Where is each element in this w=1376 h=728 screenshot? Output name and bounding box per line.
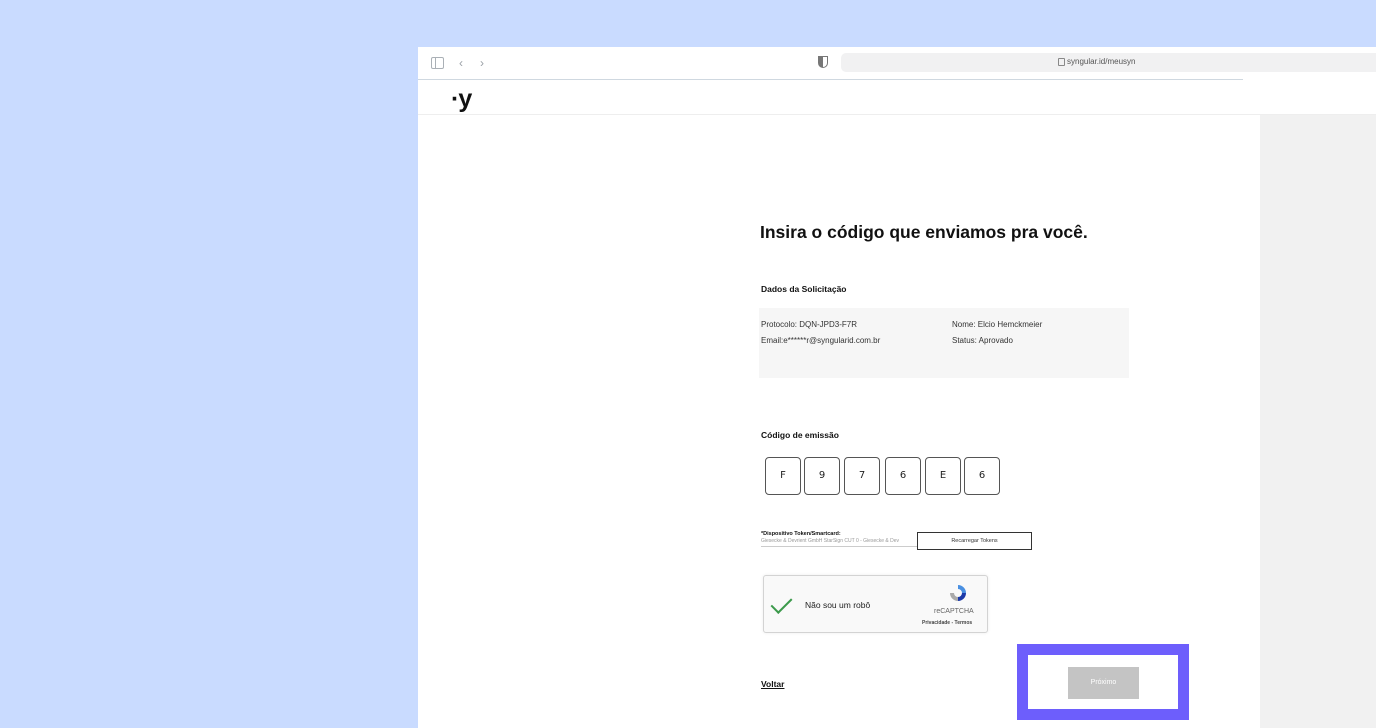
code-digit-input[interactable]: E [925,457,961,495]
code-digit-input[interactable]: 6 [885,457,921,495]
code-digit-input[interactable]: 6 [964,457,1000,495]
brand-logo[interactable]: ·y [451,85,472,114]
back-link[interactable]: Voltar [761,679,784,689]
right-header-area [1243,80,1376,115]
status-text: Status: Aprovado [952,336,1013,345]
checkmark-icon[interactable] [770,592,793,614]
next-button[interactable]: Próximo [1068,667,1139,699]
recaptcha-logo-icon [950,585,966,601]
browser-toolbar: ‹ › syngular.id/meusyn [418,47,1376,79]
token-device-select[interactable]: Giesecke & Devrient GmbH StarSign CUT 0 … [761,538,941,547]
lock-icon [1058,58,1065,66]
captcha-label: Não sou um robô [805,600,871,610]
back-icon[interactable]: ‹ [459,56,463,70]
toolbar-divider [418,79,1243,80]
name-text: Nome: Elcio Hemckmeier [952,320,1043,329]
address-bar[interactable]: syngular.id/meusyn [841,53,1376,72]
forward-icon[interactable]: › [480,56,484,70]
request-info-box: Protocolo: DQN-JPD3-F7R Email:e******r@s… [759,308,1129,378]
code-digit-input[interactable]: 7 [844,457,880,495]
recaptcha-links[interactable]: Privacidade - Termos [922,620,972,626]
next-button-container: Próximo [1028,655,1178,709]
request-section-label: Dados da Solicitação [761,284,847,294]
recaptcha-brand: reCAPTCHA [934,608,974,615]
header-divider [418,114,1376,115]
token-device-label: *Dispositivo Token/Smartcard: [761,531,841,537]
browser-window: ‹ › syngular.id/meusyn ·y Insira o códig… [418,47,1376,728]
code-label: Código de emissão [761,430,839,440]
background-left [0,0,418,728]
email-text: Email:e******r@syngularid.com.br [761,336,881,345]
code-digit-input[interactable]: F [765,457,801,495]
recaptcha-widget[interactable]: Não sou um robô reCAPTCHA Privacidade - … [763,575,988,633]
page-title: Insira o código que enviamos pra você. [760,222,1088,242]
right-side-panel [1260,115,1376,728]
next-button-highlight: Próximo [1017,644,1189,720]
code-digit-input[interactable]: 9 [804,457,840,495]
reload-tokens-button[interactable]: Recarregar Tokens [917,532,1032,550]
sidebar-toggle-icon[interactable] [431,57,444,69]
protocol-text: Protocolo: DQN-JPD3-F7R [761,320,858,329]
privacy-shield-icon[interactable] [818,56,828,68]
url-text: syngular.id/meusyn [1067,57,1136,66]
